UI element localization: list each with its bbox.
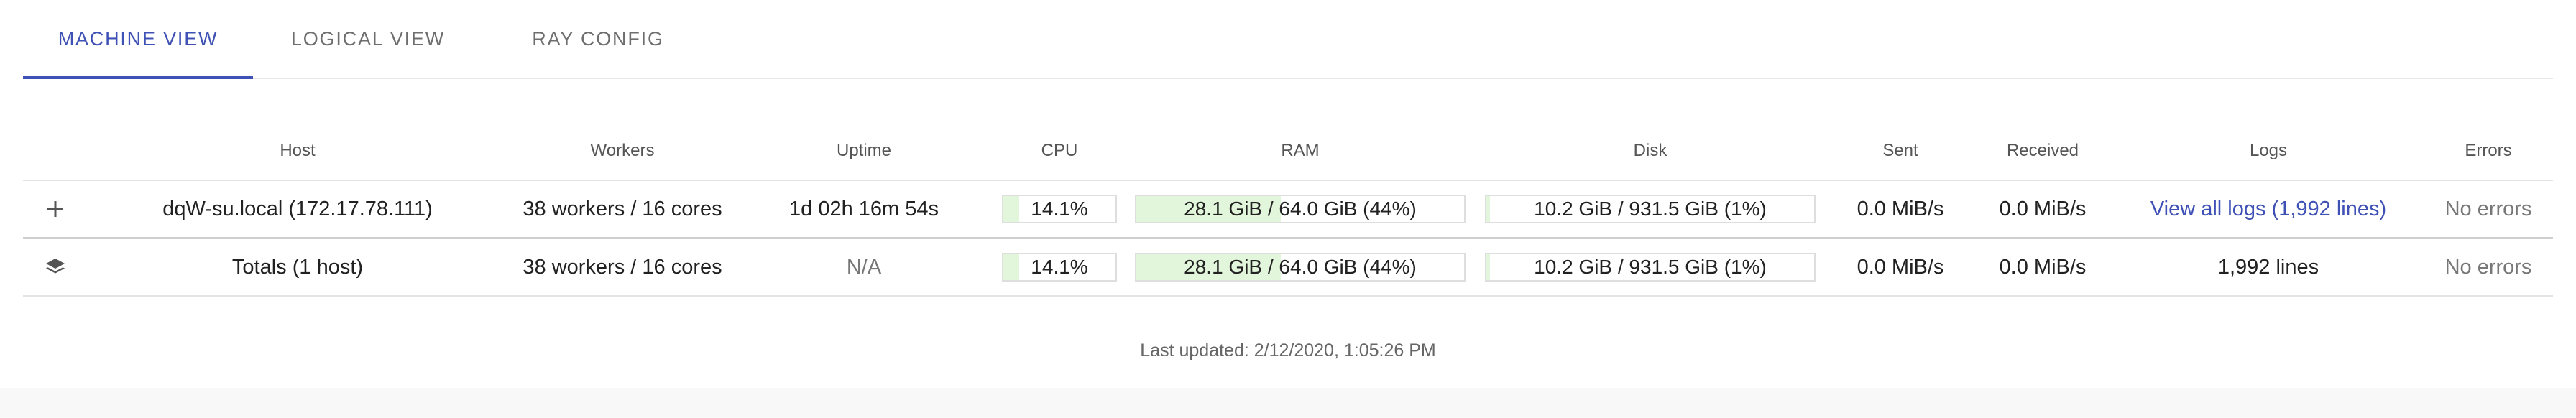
header-logs: Logs (2249, 141, 2288, 160)
totals-disk-bar: 10.2 GiB / 931.5 GiB (1%) (1485, 253, 1816, 282)
host-uptime: 1d 02h 16m 54s (789, 197, 939, 220)
totals-cpu-bar: 14.1% (1002, 253, 1117, 282)
table-row: dqW-su.local (172.17.78.111) 38 workers … (23, 180, 2553, 237)
totals-logs: 1,992 lines (2217, 255, 2319, 279)
ram-usage-text: 28.1 GiB / 64.0 GiB (44%) (1184, 198, 1417, 220)
host-received: 0.0 MiB/s (1999, 197, 2087, 220)
host-workers: 38 workers / 16 cores (523, 197, 722, 220)
cpu-usage-text: 14.1% (1031, 198, 1088, 220)
header-host: Host (280, 141, 316, 160)
header-disk: Disk (1633, 141, 1668, 160)
totals-uptime: N/A (846, 255, 882, 279)
table-header: Host Workers Uptime CPU RAM Disk Sent Re… (23, 122, 2553, 180)
tab-ray-config[interactable]: RAY CONFIG (483, 0, 713, 78)
totals-cpu-text: 14.1% (1031, 256, 1088, 278)
totals-ram-bar: 28.1 GiB / 64.0 GiB (44%) (1135, 253, 1466, 282)
view-logs-link[interactable]: View all logs (1,992 lines) (2113, 181, 2424, 237)
header-received: Received (2006, 141, 2079, 160)
header-uptime: Uptime (836, 141, 892, 160)
disk-usage-fill (1486, 196, 1490, 222)
layers-icon (41, 253, 70, 282)
totals-workers: 38 workers / 16 cores (523, 255, 722, 279)
disk-usage-bar: 10.2 GiB / 931.5 GiB (1%) (1485, 195, 1816, 223)
header-expand (23, 122, 88, 180)
ram-usage-bar: 28.1 GiB / 64.0 GiB (44%) (1135, 195, 1466, 223)
host-errors: No errors (2444, 197, 2532, 220)
totals-disk-text: 10.2 GiB / 931.5 GiB (1%) (1534, 256, 1767, 278)
view-tabs: MACHINE VIEW LOGICAL VIEW RAY CONFIG (23, 0, 2553, 79)
last-updated: Last updated: 2/12/2020, 1:05:26 PM (1140, 340, 1436, 361)
header-sent: Sent (1882, 141, 1918, 160)
totals-disk-fill (1486, 254, 1490, 280)
plus-icon (41, 195, 70, 223)
disk-usage-text: 10.2 GiB / 931.5 GiB (1%) (1534, 198, 1767, 220)
host-name: dqW-su.local (172.17.78.111) (162, 197, 433, 220)
header-workers: Workers (590, 141, 655, 160)
cpu-usage-fill (1003, 196, 1019, 222)
header-errors: Errors (2465, 141, 2512, 160)
totals-row: Totals (1 host) 38 workers / 16 cores N/… (23, 237, 2553, 297)
host-sent: 0.0 MiB/s (1857, 197, 1944, 220)
totals-host: Totals (1 host) (231, 255, 364, 279)
totals-ram-text: 28.1 GiB / 64.0 GiB (44%) (1184, 256, 1417, 278)
tab-machine-view[interactable]: MACHINE VIEW (23, 0, 253, 79)
tab-logical-view[interactable]: LOGICAL VIEW (253, 0, 483, 78)
footer-band (0, 388, 2576, 418)
totals-errors: No errors (2444, 255, 2532, 279)
cpu-usage-bar: 14.1% (1002, 195, 1117, 223)
header-ram: RAM (1281, 141, 1320, 160)
expand-button[interactable] (23, 181, 88, 237)
totals-cpu-fill (1003, 254, 1019, 280)
header-cpu: CPU (1041, 141, 1078, 160)
machine-table: Host Workers Uptime CPU RAM Disk Sent Re… (23, 122, 2553, 297)
totals-received: 0.0 MiB/s (1999, 255, 2087, 279)
dashboard-page: MACHINE VIEW LOGICAL VIEW RAY CONFIG Hos… (0, 0, 2576, 388)
totals-sent: 0.0 MiB/s (1857, 255, 1944, 279)
